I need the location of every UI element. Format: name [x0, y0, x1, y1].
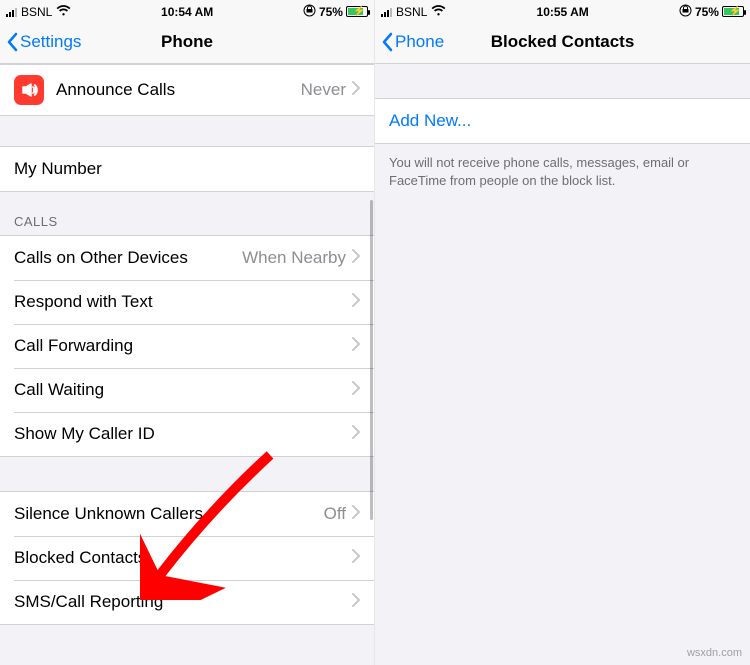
- wifi-icon: [431, 4, 446, 19]
- battery-percent-label: 75%: [319, 5, 343, 19]
- back-label: Phone: [395, 32, 444, 52]
- announce-calls-row[interactable]: Announce Calls Never: [0, 65, 374, 115]
- respond-with-text-row[interactable]: Respond with Text: [0, 280, 374, 324]
- status-bar: BSNL 10:55 AM 75% ⚡: [375, 0, 750, 20]
- chevron-right-icon: [352, 380, 360, 400]
- calls-section-header: Calls: [0, 192, 374, 235]
- nav-bar: Phone Blocked Contacts: [375, 20, 750, 64]
- calls-other-devices-row[interactable]: Calls on Other Devices When Nearby: [0, 236, 374, 280]
- carrier-label: BSNL: [396, 5, 427, 19]
- silence-unknown-callers-label: Silence Unknown Callers: [14, 504, 324, 524]
- signal-icon: [381, 7, 392, 17]
- silence-unknown-callers-value: Off: [324, 504, 346, 524]
- clock-label: 10:55 AM: [537, 5, 589, 19]
- show-caller-id-label: Show My Caller ID: [14, 424, 352, 444]
- chevron-right-icon: [352, 424, 360, 444]
- blocked-contacts-label: Blocked Contacts: [14, 548, 352, 568]
- chevron-left-icon: [6, 32, 18, 52]
- announce-calls-value: Never: [301, 80, 346, 100]
- chevron-right-icon: [352, 248, 360, 268]
- call-waiting-label: Call Waiting: [14, 380, 352, 400]
- battery-icon: ⚡: [346, 6, 368, 17]
- add-new-row[interactable]: Add New...: [375, 99, 750, 143]
- rotation-lock-icon: [679, 4, 692, 20]
- battery-percent-label: 75%: [695, 5, 719, 19]
- respond-with-text-label: Respond with Text: [14, 292, 352, 312]
- chevron-right-icon: [352, 548, 360, 568]
- status-bar: BSNL 10:54 AM 75% ⚡: [0, 0, 374, 20]
- blocked-footer-text: You will not receive phone calls, messag…: [375, 144, 750, 200]
- chevron-right-icon: [352, 80, 360, 100]
- phone-settings-screen: BSNL 10:54 AM 75% ⚡ Settings Phone Annou…: [0, 0, 375, 665]
- signal-icon: [6, 7, 17, 17]
- calls-other-devices-value: When Nearby: [242, 248, 346, 268]
- chevron-left-icon: [381, 32, 393, 52]
- announce-calls-icon: [14, 75, 44, 105]
- back-label: Settings: [20, 32, 81, 52]
- call-forwarding-label: Call Forwarding: [14, 336, 352, 356]
- blocked-contacts-screen: BSNL 10:55 AM 75% ⚡ Phone Blocked Contac…: [375, 0, 750, 665]
- add-new-label: Add New...: [389, 111, 736, 131]
- nav-bar: Settings Phone: [0, 20, 374, 64]
- watermark-label: wsxdn.com: [687, 647, 742, 659]
- wifi-icon: [56, 4, 71, 19]
- chevron-right-icon: [352, 592, 360, 612]
- back-button[interactable]: Phone: [375, 32, 444, 52]
- my-number-label: My Number: [14, 159, 360, 179]
- rotation-lock-icon: [303, 4, 316, 20]
- announce-calls-label: Announce Calls: [56, 80, 301, 100]
- carrier-label: BSNL: [21, 5, 52, 19]
- my-number-row[interactable]: My Number: [0, 147, 374, 191]
- battery-icon: ⚡: [722, 6, 744, 17]
- blocked-contacts-row[interactable]: Blocked Contacts: [0, 536, 374, 580]
- chevron-right-icon: [352, 336, 360, 356]
- chevron-right-icon: [352, 504, 360, 524]
- silence-unknown-callers-row[interactable]: Silence Unknown Callers Off: [0, 492, 374, 536]
- sms-call-reporting-label: SMS/Call Reporting: [14, 592, 352, 612]
- back-button[interactable]: Settings: [0, 32, 81, 52]
- clock-label: 10:54 AM: [161, 5, 213, 19]
- call-waiting-row[interactable]: Call Waiting: [0, 368, 374, 412]
- calls-other-devices-label: Calls on Other Devices: [14, 248, 242, 268]
- sms-call-reporting-row[interactable]: SMS/Call Reporting: [0, 580, 374, 624]
- show-caller-id-row[interactable]: Show My Caller ID: [0, 412, 374, 456]
- call-forwarding-row[interactable]: Call Forwarding: [0, 324, 374, 368]
- chevron-right-icon: [352, 292, 360, 312]
- scrollbar[interactable]: [370, 200, 373, 520]
